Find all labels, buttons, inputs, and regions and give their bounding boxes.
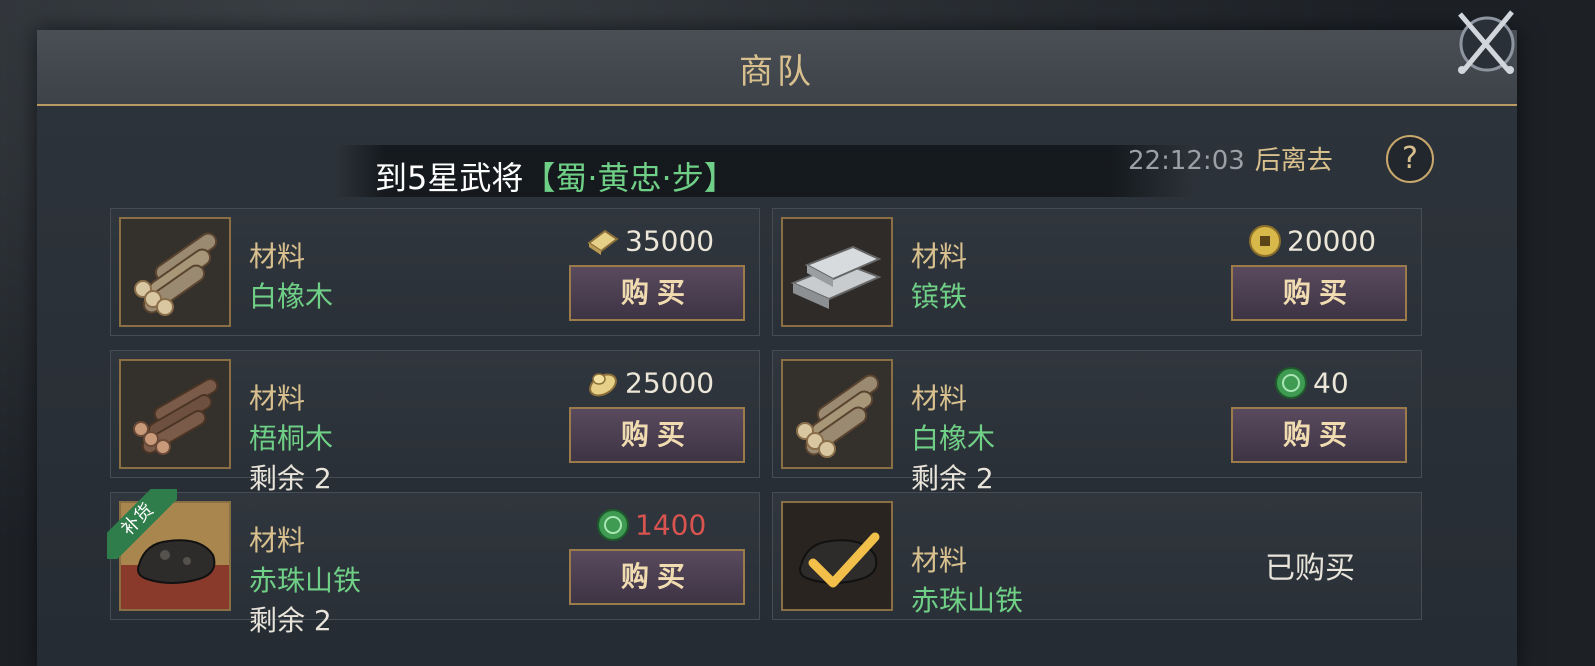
buy-button[interactable]: 购买 xyxy=(1231,407,1407,463)
purchased-status: 已购买 xyxy=(1265,551,1355,586)
crossed-swords-icon xyxy=(1458,10,1515,74)
jade-coin-icon xyxy=(1275,367,1307,399)
buy-button[interactable]: 购买 xyxy=(569,549,745,605)
item-name: 镔铁 xyxy=(911,280,968,313)
leave-timer: 22:12:03 后离去 xyxy=(1128,140,1333,177)
item-name: 赤珠山铁 xyxy=(249,564,362,597)
page-title: 商队 xyxy=(739,52,815,92)
shop-item-card: 材料 白橡木 剩余 2 40 购买 xyxy=(772,350,1422,495)
buy-button[interactable]: 购买 xyxy=(569,407,745,463)
item-name: 白橡木 xyxy=(249,280,334,313)
item-category: 材料 xyxy=(249,240,306,273)
shop-item-card: 材料 梧桐木 剩余 2 25000 购买 xyxy=(110,350,760,495)
notice-hero: 【蜀·黄忠·步】 xyxy=(523,159,736,197)
item-category: 材料 xyxy=(249,524,306,557)
jade-coin-icon xyxy=(597,509,629,541)
silver-ingot-icon xyxy=(587,229,619,255)
shop-item-card: 材料 白橡木 35000 购买 xyxy=(110,208,760,336)
notice-text: 到5星武将【蜀·黄忠·步】 xyxy=(375,153,736,197)
game-screen: 商队 到5星武将【蜀·黄忠·步】 22:12:03 后离去 ? 材料 白橡木 3… xyxy=(0,0,1595,666)
item-remaining: 剩余 2 xyxy=(911,462,994,495)
item-category: 材料 xyxy=(911,382,968,415)
meteor-iron-icon xyxy=(781,501,893,611)
timer-label: 后离去 xyxy=(1254,146,1333,176)
timer-time: 22:12:03 xyxy=(1128,146,1245,176)
shop-item-card: 材料 镔铁 20000 购买 xyxy=(772,208,1422,336)
help-button[interactable]: ? xyxy=(1386,135,1434,183)
price-value: 25000 xyxy=(625,366,715,400)
item-price: 25000 xyxy=(585,365,714,401)
item-price: 1400 xyxy=(595,507,706,543)
item-price: 35000 xyxy=(585,223,714,259)
buy-button[interactable]: 购买 xyxy=(1231,265,1407,321)
price-value: 35000 xyxy=(625,224,715,258)
notice-marquee: 到5星武将【蜀·黄忠·步】 xyxy=(335,145,1195,197)
close-button[interactable] xyxy=(1452,6,1518,76)
white-oak-logs-icon xyxy=(119,217,231,327)
item-name: 白橡木 xyxy=(911,422,996,455)
item-price: 40 xyxy=(1273,365,1349,401)
panel-header: 商队 xyxy=(37,30,1517,106)
wutong-logs-icon xyxy=(119,359,231,469)
shop-item-card: 材料 赤珠山铁 已购买 xyxy=(772,492,1422,620)
copper-coin-icon xyxy=(1249,225,1281,257)
price-value: 40 xyxy=(1313,366,1349,400)
notice-prefix: 到5星武将 xyxy=(375,159,524,197)
white-oak-logs-icon xyxy=(781,359,893,469)
bread-roll-icon xyxy=(589,373,617,397)
item-category: 材料 xyxy=(249,382,306,415)
iron-bars-icon xyxy=(781,217,893,327)
restock-badge: 补货 xyxy=(107,489,177,559)
shop-item-card: 补货 材料 赤珠山铁 剩余 2 1400 购买 xyxy=(107,489,760,637)
item-remaining: 剩余 2 xyxy=(249,462,332,495)
item-name: 赤珠山铁 xyxy=(911,584,1024,617)
restock-label: 补货 xyxy=(107,489,177,559)
buy-button[interactable]: 购买 xyxy=(569,265,745,321)
item-category: 材料 xyxy=(911,544,968,577)
item-remaining: 剩余 2 xyxy=(249,604,332,637)
item-price: 20000 xyxy=(1247,223,1376,259)
price-value: 1400 xyxy=(635,508,707,542)
price-value: 20000 xyxy=(1287,224,1377,258)
item-category: 材料 xyxy=(911,240,968,273)
item-name: 梧桐木 xyxy=(249,422,334,455)
